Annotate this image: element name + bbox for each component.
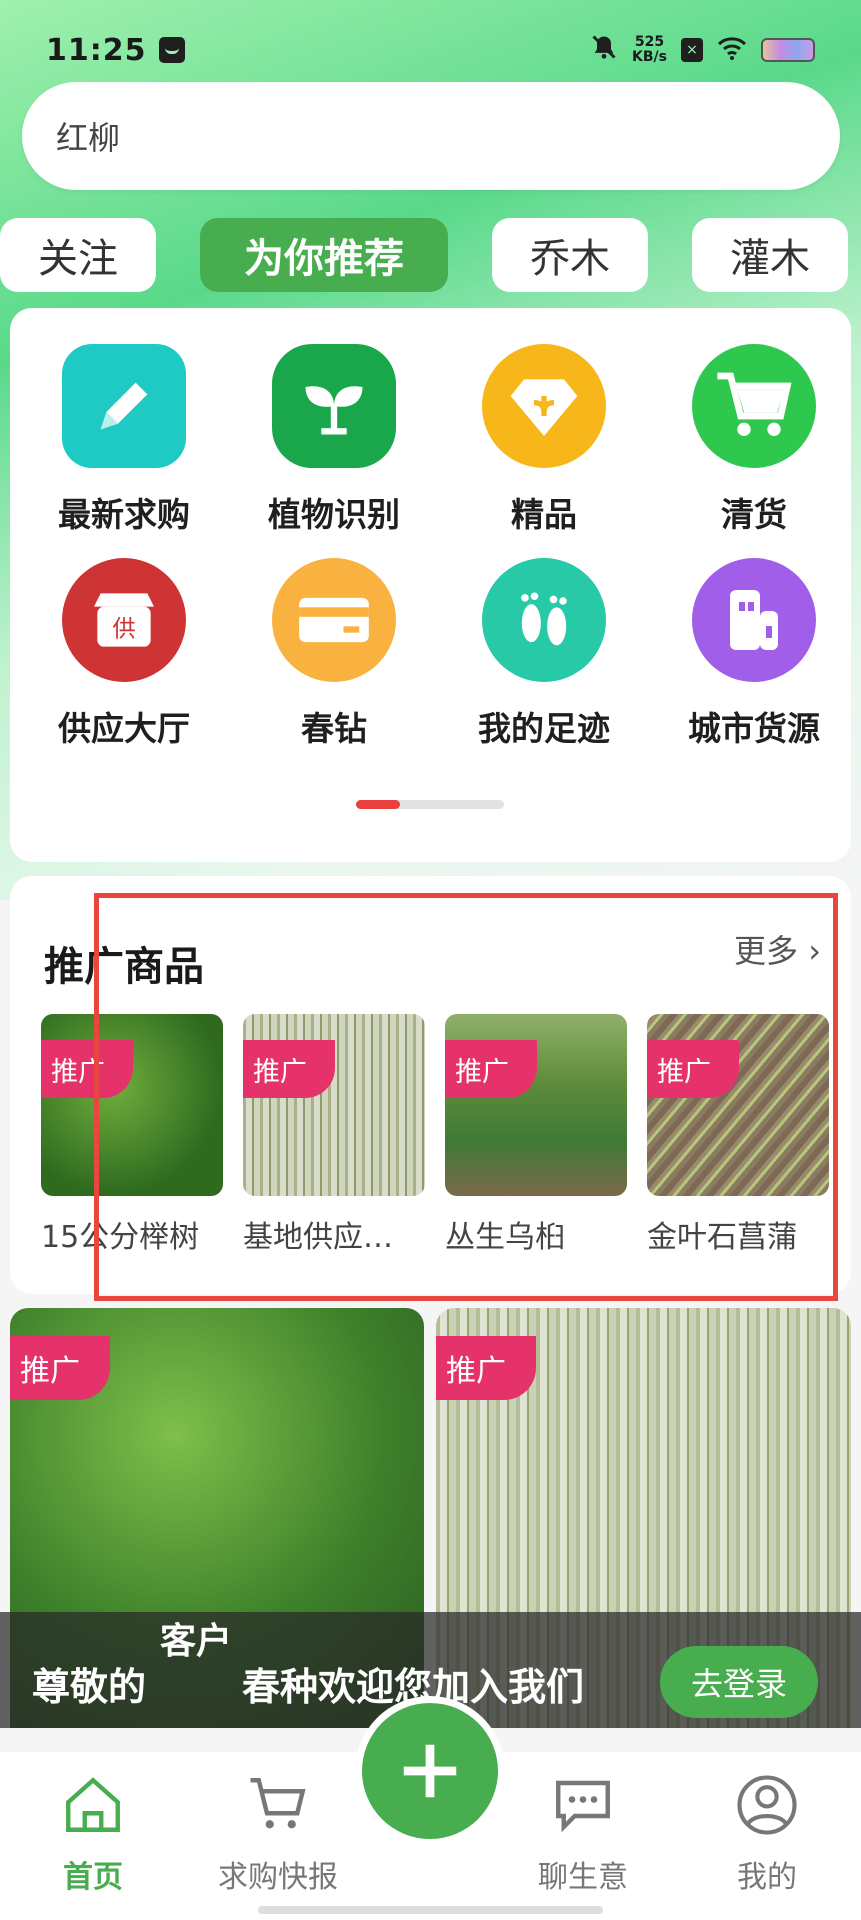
grid-item-spring-diamond[interactable]: 春钻 — [234, 558, 434, 750]
grid-item-clearance[interactable]: 清货 — [654, 344, 854, 536]
card-icon — [272, 558, 396, 682]
wifi-icon — [717, 34, 747, 67]
cart-icon — [250, 1778, 306, 1829]
pencil-icon — [62, 344, 186, 468]
sim-icon: × — [681, 38, 703, 62]
cart-icon — [692, 344, 816, 468]
grid-item-supply-hall[interactable]: 供 供应大厅 — [24, 558, 224, 750]
fab-inner — [362, 1703, 498, 1839]
nav-purchase-news[interactable]: 求购快报 — [193, 1772, 363, 1896]
grid-item-latest-purchase[interactable]: 最新求购 — [24, 344, 224, 536]
tab-trees[interactable]: 乔木 — [492, 218, 648, 292]
footprint-icon — [482, 558, 606, 682]
nav-profile[interactable]: 我的 — [682, 1772, 852, 1896]
category-tabs: 关注 为你推荐 乔木 灌木 — [0, 218, 861, 292]
grid-item-footprints[interactable]: 我的足迹 — [444, 558, 644, 750]
tab-recommended[interactable]: 为你推荐 — [200, 218, 448, 292]
chat-icon — [556, 1780, 610, 1833]
mute-bell-icon — [590, 33, 618, 68]
nav-label: 求购快报 — [218, 1860, 338, 1895]
battery-icon — [761, 38, 815, 62]
highlight-box — [94, 893, 838, 1301]
user-icon — [737, 1775, 797, 1835]
grid-label: 我的足迹 — [478, 709, 610, 748]
diamond-icon — [482, 344, 606, 468]
grid-item-plant-identify[interactable]: 植物识别 — [234, 344, 434, 536]
login-button[interactable]: 去登录 — [660, 1646, 818, 1718]
page-indicator — [356, 800, 504, 809]
grid-label: 清货 — [721, 495, 787, 534]
nav-label: 首页 — [63, 1860, 123, 1895]
grid-label: 精品 — [511, 495, 577, 534]
search-bar[interactable] — [22, 82, 840, 190]
grid-label: 植物识别 — [268, 495, 400, 534]
nav-chat[interactable]: 聊生意 — [498, 1772, 668, 1896]
supply-badge: 供 — [112, 615, 135, 643]
nav-label: 聊生意 — [538, 1860, 628, 1895]
grid-item-city-supply[interactable]: 城市货源 — [654, 558, 854, 750]
promo-badge: 推广 — [436, 1336, 536, 1400]
tab-shrubs[interactable]: 灌木 — [692, 218, 848, 292]
login-greeting: 尊敬的 — [32, 1665, 147, 1709]
nav-label: 我的 — [737, 1860, 797, 1895]
grid-label: 春钻 — [301, 709, 367, 748]
home-icon — [66, 1777, 120, 1832]
search-input[interactable] — [56, 117, 756, 155]
grid-label: 供应大厅 — [58, 709, 190, 748]
sprout-icon — [272, 344, 396, 468]
grid-label: 城市货源 — [688, 709, 820, 748]
login-customer-label: 客户 — [160, 1621, 233, 1662]
page-indicator-active — [356, 800, 400, 809]
tab-follow[interactable]: 关注 — [0, 218, 156, 292]
status-time: 11:25 — [46, 32, 147, 68]
message-notification-icon — [158, 37, 185, 63]
grid-item-premium[interactable]: 精品 — [444, 344, 644, 536]
plus-icon — [403, 1744, 457, 1798]
supply-store-icon: 供 — [62, 558, 186, 682]
promo-badge: 推广 — [10, 1336, 110, 1400]
speed-value: 525 — [634, 34, 665, 50]
home-indicator — [258, 1906, 603, 1914]
publish-fab[interactable] — [355, 1696, 505, 1846]
grid-label: 最新求购 — [58, 495, 190, 534]
building-icon — [692, 558, 816, 682]
status-icons: 525 KB/s × — [590, 33, 815, 68]
network-speed: 525 KB/s — [632, 35, 667, 65]
feature-grid: 最新求购 植物识别 精品 清货 供 供应大厅 春钻 我的足迹 城市货源 — [10, 308, 851, 862]
speed-unit: KB/s — [632, 49, 667, 65]
nav-home[interactable]: 首页 — [8, 1772, 178, 1896]
